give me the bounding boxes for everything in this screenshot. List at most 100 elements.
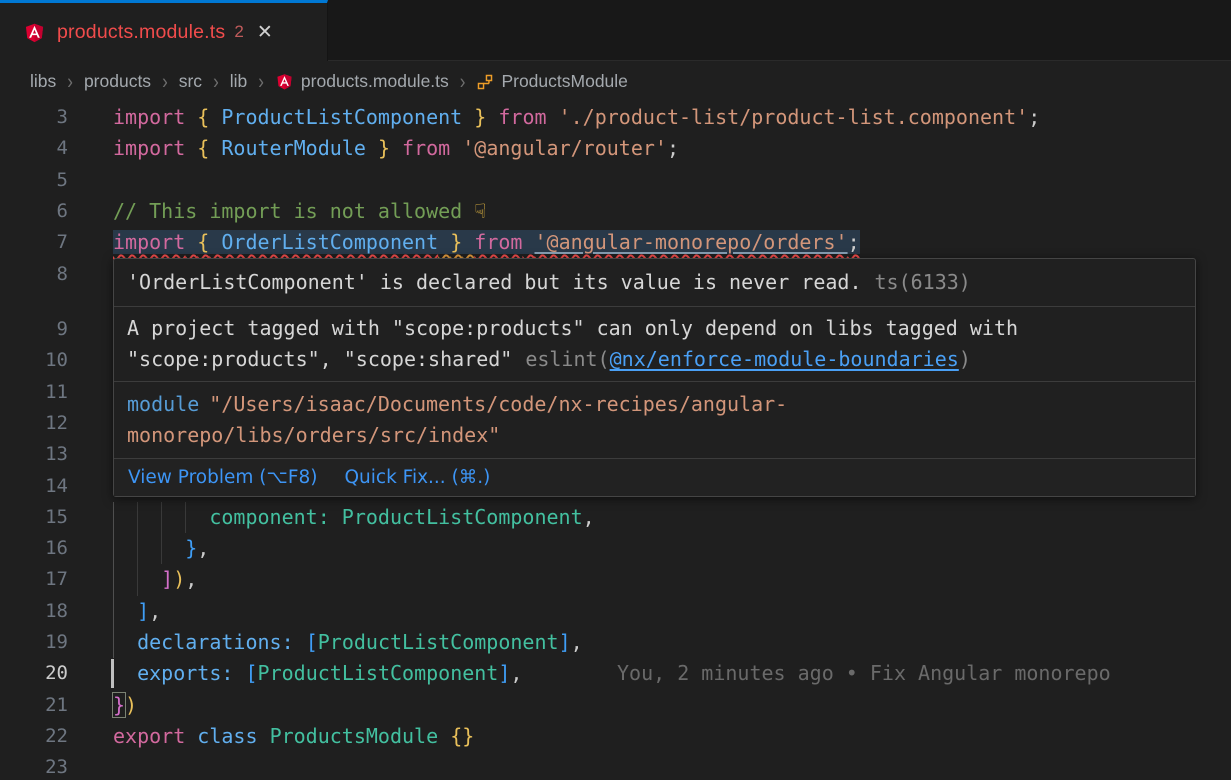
- code-line-18[interactable]: 18 ],: [0, 596, 1231, 627]
- code-token: [209, 136, 221, 160]
- breadcrumb-item-src[interactable]: src: [179, 71, 202, 92]
- error-squiggle: from: [474, 230, 534, 254]
- line-number[interactable]: 13: [0, 439, 68, 470]
- code-token: :: [282, 630, 294, 654]
- line-number[interactable]: 8: [0, 259, 68, 290]
- code-token: ): [125, 693, 137, 717]
- breadcrumb-item-symbol[interactable]: ProductsModule: [476, 71, 627, 92]
- line-number[interactable]: 23: [0, 752, 68, 780]
- line-number[interactable]: 7: [0, 227, 68, 258]
- quick-fix-button[interactable]: Quick Fix... (⌘.): [344, 467, 490, 488]
- code-token: [462, 105, 474, 129]
- code-token: ☟: [474, 199, 486, 223]
- code-line-4[interactable]: 4 import { RouterModule } from '@angular/…: [0, 133, 1231, 164]
- code-token: ]: [137, 599, 149, 623]
- code-line-5[interactable]: 5: [0, 165, 1231, 196]
- code-line-22[interactable]: 22 export class ProductsModule {}: [0, 721, 1231, 752]
- close-icon[interactable]: ✕: [257, 21, 273, 44]
- line-number[interactable]: 4: [0, 133, 68, 164]
- code-token: from: [498, 105, 546, 129]
- line-number[interactable]: 11: [0, 377, 68, 408]
- code-token: [233, 661, 245, 685]
- code-line-21[interactable]: 21}): [0, 690, 1231, 721]
- eslint-rule-link[interactable]: @nx/enforce-module-boundaries: [610, 347, 959, 371]
- line-number[interactable]: 6: [0, 196, 68, 227]
- code-line-6[interactable]: 6 // This import is not allowed ☟: [0, 196, 1231, 227]
- code-line-15[interactable]: 15 component: ProductListComponent,: [0, 502, 1231, 533]
- code-line-7[interactable]: 7 import { OrderListComponent } from '@an…: [0, 227, 1231, 258]
- code-token: }: [450, 230, 462, 254]
- code-text: }): [113, 690, 137, 721]
- line-number[interactable]: 18: [0, 596, 68, 627]
- code-line-23[interactable]: 23: [0, 752, 1231, 780]
- code-token: from: [474, 230, 522, 254]
- code-text: import { RouterModule } from '@angular/r…: [113, 133, 679, 164]
- angular-icon: [23, 21, 46, 44]
- error-range-highlight: import { OrderListComponent } from '@ang…: [113, 230, 860, 254]
- module-path: "/Users/isaac/Documents/code/nx-recipes/…: [209, 392, 787, 416]
- code-token: '@angular/router': [462, 136, 667, 160]
- breadcrumb-item-libs[interactable]: libs: [30, 71, 56, 92]
- diagnostic-source: ): [959, 347, 971, 371]
- code-token: export: [113, 724, 185, 748]
- code-token: ,: [583, 505, 595, 529]
- view-problem-button[interactable]: View Problem (⌥F8): [128, 467, 317, 488]
- code-token: {: [197, 105, 209, 129]
- code-text: export class ProductsModule {}: [113, 721, 474, 752]
- code-token: [366, 136, 378, 160]
- code-text: exports: [ProductListComponent],: [113, 658, 522, 689]
- line-number[interactable]: 19: [0, 627, 68, 658]
- line-number[interactable]: 21: [0, 690, 68, 721]
- code-line-17[interactable]: 17 ]),: [0, 564, 1231, 595]
- line-number[interactable]: 17: [0, 564, 68, 595]
- module-keyword: module: [127, 392, 199, 416]
- code-token: RouterModule: [221, 136, 366, 160]
- line-number[interactable]: 5: [0, 165, 68, 196]
- code-line-3[interactable]: 3import { ProductListComponent } from '.…: [0, 102, 1231, 133]
- code-token: import: [113, 105, 185, 129]
- diagnostic-message: "scope:products", "scope:shared": [127, 347, 512, 371]
- breadcrumb-item-products[interactable]: products: [84, 71, 151, 92]
- line-number[interactable]: 10: [0, 345, 68, 376]
- tab-products-module[interactable]: products.module.ts 2 ✕: [0, 0, 328, 61]
- line-number[interactable]: 20: [0, 658, 68, 689]
- tab-bar: products.module.ts 2 ✕: [0, 0, 1231, 61]
- code-token: // This import is not allowed: [113, 199, 474, 223]
- code-token: ProductListComponent: [318, 630, 559, 654]
- code-line-16[interactable]: 16 },: [0, 533, 1231, 564]
- diagnostic-source: eslint(: [525, 347, 609, 371]
- code-token: [113, 630, 137, 654]
- code-token: {: [197, 230, 209, 254]
- code-token: [330, 505, 342, 529]
- vscode-editor-window: { "colors": { "accent_blue": "#0078d4", …: [0, 0, 1231, 780]
- code-line-19[interactable]: 19 declarations: [ProductListComponent],: [0, 627, 1231, 658]
- code-token: [113, 661, 137, 685]
- code-token: [209, 105, 221, 129]
- hover-action-bar: View Problem (⌥F8) Quick Fix... (⌘.): [114, 459, 1195, 496]
- diagnostic-message: A project tagged with "scope:products" c…: [127, 316, 1018, 340]
- line-number[interactable]: 3: [0, 102, 68, 133]
- hover-eslint-diagnostic: A project tagged with "scope:products" c…: [114, 307, 1195, 381]
- line-number[interactable]: 9: [0, 314, 68, 345]
- code-token: ProductsModule: [270, 724, 439, 748]
- code-token: [113, 599, 137, 623]
- error-squiggle: '@angular-monorepo/orders';: [535, 230, 860, 254]
- line-number[interactable]: 12: [0, 408, 68, 439]
- breadcrumb-item-lib[interactable]: lib: [230, 71, 248, 92]
- warning-squiggle: }: [438, 230, 474, 254]
- code-token: :: [221, 661, 233, 685]
- code-token: ]: [559, 630, 571, 654]
- line-number[interactable]: 14: [0, 471, 68, 502]
- line-number[interactable]: 22: [0, 721, 68, 752]
- diagnostic-code: ts(6133): [875, 270, 971, 294]
- code-token: '@angular-monorepo/orders': [535, 230, 848, 254]
- code-text: component: ProductListComponent,: [113, 502, 595, 533]
- code-token: ,: [149, 599, 161, 623]
- line-number[interactable]: 15: [0, 502, 68, 533]
- code-token: [450, 136, 462, 160]
- code-token: exports: [137, 661, 221, 685]
- breadcrumb-item-file[interactable]: products.module.ts: [275, 71, 449, 92]
- code-line-20[interactable]: 20 exports: [ProductListComponent],You, …: [0, 658, 1231, 689]
- code-token: ,: [571, 630, 583, 654]
- line-number[interactable]: 16: [0, 533, 68, 564]
